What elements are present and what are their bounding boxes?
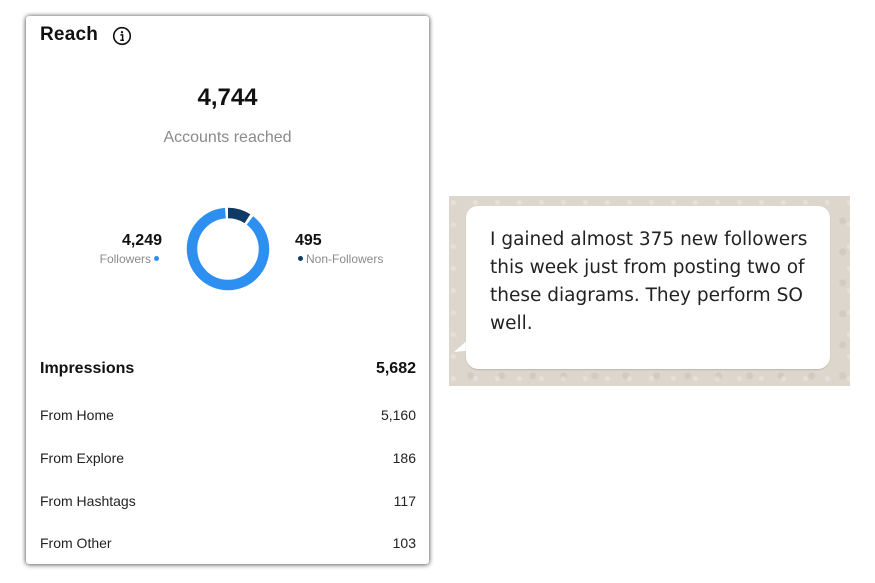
reach-card: Reach 4,744 Accounts reached 4,249 Follo…	[26, 16, 429, 564]
row-value: 103	[392, 535, 416, 551]
impressions-row: From Home 5,160	[40, 407, 416, 423]
followers-value: 4,249	[121, 232, 162, 249]
non-followers-label: Non-Followers	[306, 252, 384, 266]
impressions-row: From Other 103	[40, 535, 416, 551]
non-followers-label-row: Non-Followers	[295, 251, 383, 267]
impressions-value: 5,682	[375, 360, 416, 377]
card-title: Reach	[40, 24, 99, 45]
row-label: From Explore	[40, 450, 125, 466]
followers-label-row: Followers	[100, 251, 162, 267]
row-label: From Other	[40, 535, 112, 551]
row-value: 117	[393, 493, 416, 509]
row-label: From Home	[40, 407, 114, 423]
non-followers-value: 495	[295, 232, 322, 249]
impressions-header: Impressions 5,682	[40, 360, 416, 378]
row-value: 5,160	[380, 407, 416, 423]
impressions-row: From Explore 186	[40, 450, 416, 466]
row-value: 186	[392, 450, 416, 466]
followers-label: Followers	[99, 252, 151, 266]
followers-dot	[154, 256, 159, 262]
reach-donut-chart	[186, 207, 270, 291]
message-text: I gained almost 375 new followers this w…	[490, 229, 808, 334]
impressions-label: Impressions	[40, 360, 135, 377]
message-bubble: I gained almost 375 new followers this w…	[466, 206, 830, 369]
chat-message-screenshot: I gained almost 375 new followers this w…	[449, 196, 850, 386]
info-icon[interactable]	[112, 26, 132, 46]
accounts-reached-label: Accounts reached	[163, 129, 292, 146]
accounts-reached-value: 4,744	[197, 84, 258, 111]
followers-stat: 4,249 Followers	[100, 231, 162, 267]
followers-segment	[186, 207, 270, 291]
non-followers-stat: 495 Non-Followers	[295, 231, 383, 267]
row-label: From Hashtags	[40, 493, 136, 509]
impressions-row: From Hashtags 117	[40, 493, 416, 509]
non-followers-dot	[298, 256, 303, 262]
